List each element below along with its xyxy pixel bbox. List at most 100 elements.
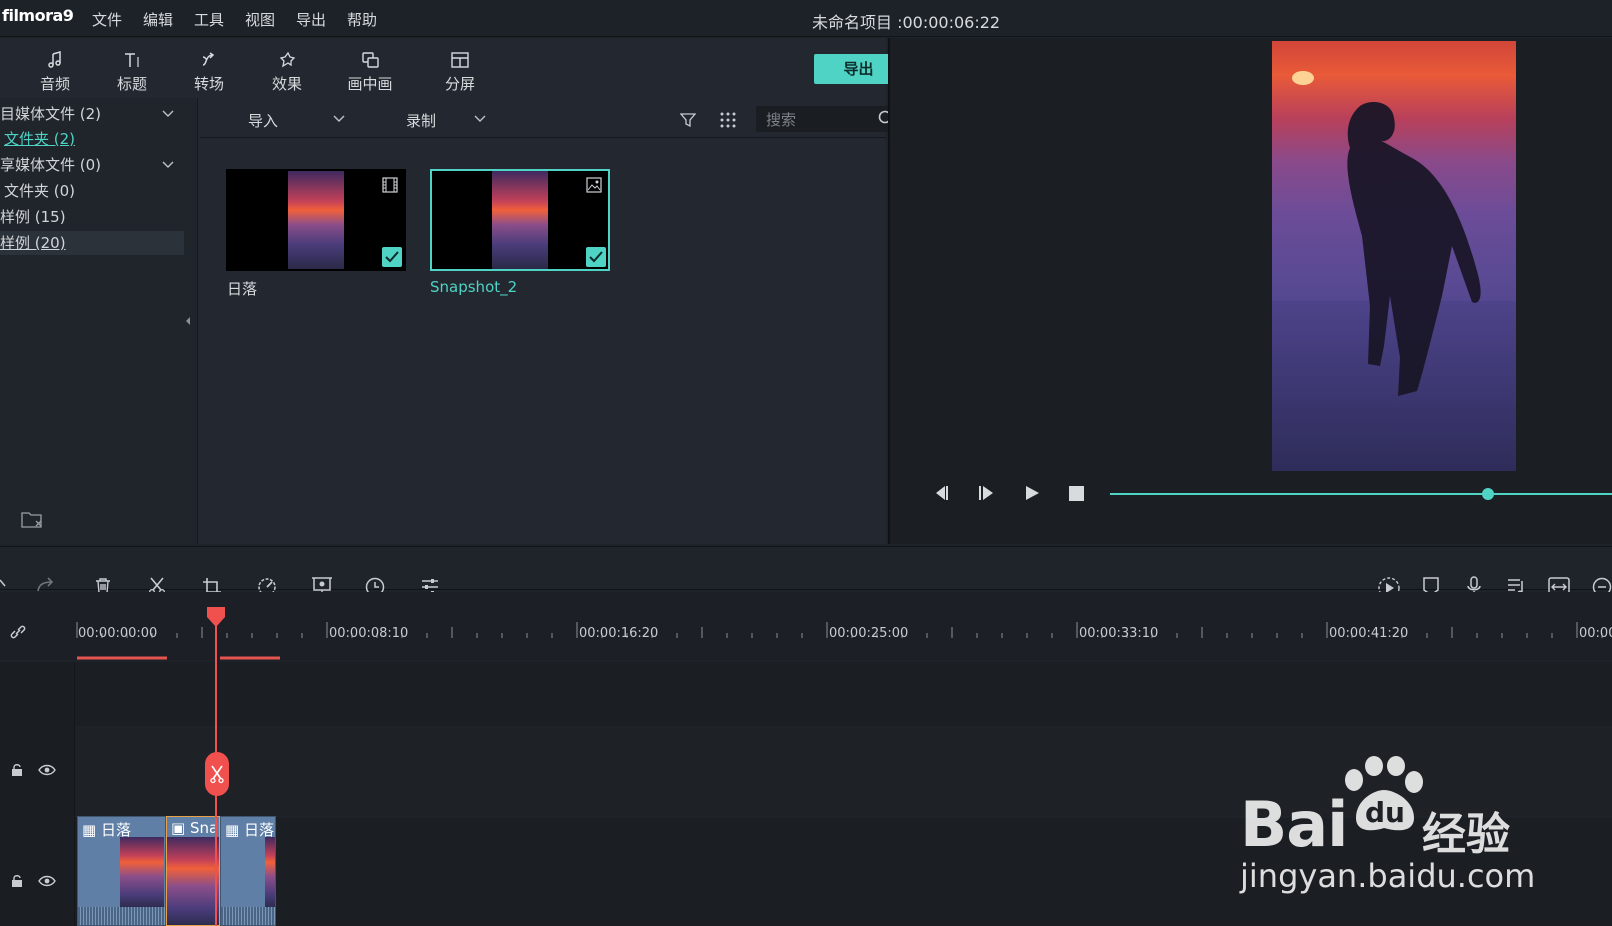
playback-progress-bar[interactable]	[1110, 493, 1612, 495]
sidebar-item-folder-0[interactable]: 文件夹 (0)	[0, 179, 184, 203]
preview-video-frame	[1272, 41, 1516, 471]
title-icon	[102, 49, 162, 71]
tab-transitions[interactable]: 转场	[179, 49, 239, 94]
menu-help[interactable]: 帮助	[347, 9, 377, 30]
timeline-clip-video[interactable]: ▦ 日落	[77, 816, 166, 926]
baidu-paw-logo: du	[1336, 756, 1426, 836]
clip-label: 日落	[243, 821, 274, 839]
tab-effects-label: 效果	[271, 75, 302, 93]
tab-splitscreen-label: 分屏	[444, 75, 475, 93]
timecode-label: 00:00	[1579, 626, 1612, 641]
link-icon[interactable]	[8, 622, 28, 642]
thumbnail-image	[288, 171, 344, 269]
lock-icon[interactable]	[10, 874, 24, 888]
redo-icon[interactable]	[36, 577, 56, 593]
timeline-clip-image[interactable]: ▣ Sna	[166, 816, 220, 926]
next-frame-icon[interactable]	[978, 485, 996, 501]
menu-file[interactable]: 文件	[92, 9, 122, 30]
timeline-clip-video[interactable]: ▦ 日落	[220, 816, 276, 926]
watermark-url: jingyan.baidu.com	[1240, 857, 1536, 895]
timeline-toolbar	[0, 546, 1612, 590]
watermark-brand: Bai	[1240, 788, 1348, 861]
menu-edit[interactable]: 编辑	[143, 9, 173, 30]
image-icon	[586, 177, 602, 193]
film-icon: ▦	[225, 821, 240, 839]
tab-titles[interactable]: 标题	[102, 49, 162, 94]
tab-pip-label: 画中画	[347, 75, 393, 93]
sidebar-item-folder-2[interactable]: 文件夹 (2)	[0, 127, 184, 151]
media-item-label: Snapshot_2	[430, 278, 518, 296]
timecode-label: 00:00:25:00	[829, 626, 909, 641]
sidebar-item-label: 样例 (15)	[0, 208, 66, 226]
stop-icon[interactable]	[1069, 486, 1084, 501]
timecode-label: 00:00:00:00	[78, 626, 158, 641]
tab-titles-label: 标题	[116, 75, 147, 93]
import-label: 导入	[248, 112, 279, 130]
sidebar-item-samples-15[interactable]: 样例 (15)	[0, 205, 184, 229]
sidebar-item-label: 文件夹 (2)	[4, 130, 76, 148]
previous-frame-icon[interactable]	[932, 485, 950, 501]
delete-folder-icon[interactable]	[21, 510, 45, 530]
lock-icon[interactable]	[10, 763, 24, 777]
sidebar-item-label: 样例 (20)	[0, 234, 66, 252]
play-icon[interactable]	[1024, 485, 1040, 501]
chevron-down-icon[interactable]	[162, 102, 174, 126]
tab-audio-label: 音频	[39, 75, 70, 93]
split-scissors-button[interactable]	[205, 752, 229, 796]
sidebar-item-label: 目媒体文件 (2)	[0, 105, 102, 123]
image-icon: ▣	[171, 819, 186, 837]
menu-export[interactable]: 导出	[296, 9, 326, 30]
menu-view[interactable]: 视图	[245, 9, 275, 30]
media-item-image[interactable]	[430, 169, 610, 271]
tab-transitions-label: 转场	[193, 75, 224, 93]
library-sidebar: 目媒体文件 (2) 文件夹 (2) 享媒体文件 (0) 文件夹 (0) 样例 (…	[0, 98, 198, 544]
chevron-down-icon[interactable]	[162, 153, 174, 177]
search-input[interactable]: 搜索	[756, 106, 902, 132]
grid-view-icon[interactable]	[720, 112, 736, 128]
project-title: 未命名项目 :00:00:06:22	[812, 13, 1001, 32]
film-icon	[382, 177, 398, 193]
app-logo: filmora9	[2, 6, 74, 25]
media-item-label: 日落	[227, 280, 258, 298]
timeline-track-empty[interactable]	[0, 662, 1612, 726]
audio-waveform	[221, 907, 275, 925]
eye-icon[interactable]	[38, 764, 56, 776]
chevron-down-icon[interactable]	[333, 115, 345, 123]
tab-effects[interactable]: 效果	[257, 49, 317, 94]
collapse-panel-icon[interactable]	[184, 316, 192, 326]
sidebar-item-project-media[interactable]: 目媒体文件 (2)	[0, 102, 184, 126]
chevron-down-icon[interactable]	[474, 115, 486, 123]
menu-bar: filmora9 文件 编辑 工具 视图 导出 帮助 未命名项目 :00:00:…	[0, 0, 1612, 37]
timecode-label: 00:00:33:10	[1079, 626, 1159, 641]
menu-tools[interactable]: 工具	[194, 9, 224, 30]
sidebar-item-samples-20[interactable]: 样例 (20)	[0, 231, 184, 255]
playback-progress-handle[interactable]	[1482, 488, 1494, 500]
pip-icon	[340, 49, 400, 71]
timecode-label: 00:00:16:20	[579, 626, 659, 641]
scissors-icon	[210, 765, 224, 784]
audio-waveform	[78, 907, 165, 925]
filter-icon[interactable]	[680, 112, 696, 128]
sidebar-item-label: 享媒体文件 (0)	[0, 156, 102, 174]
timecode-label: 00:00:08:10	[329, 626, 409, 641]
checkmark-icon[interactable]	[382, 247, 402, 267]
import-dropdown[interactable]: 导入	[248, 110, 278, 131]
media-item-video[interactable]	[226, 169, 406, 271]
record-label: 录制	[406, 112, 437, 130]
record-dropdown[interactable]: 录制	[406, 110, 436, 131]
film-icon: ▦	[82, 821, 97, 839]
eye-icon[interactable]	[38, 875, 56, 887]
music-icon	[25, 49, 85, 71]
search-placeholder: 搜索	[766, 111, 797, 129]
sidebar-item-shared-media[interactable]: 享媒体文件 (0)	[0, 153, 184, 177]
transition-icon	[179, 49, 239, 71]
tab-splitscreen[interactable]: 分屏	[430, 49, 490, 94]
tab-audio[interactable]: 音频	[25, 49, 85, 94]
effects-icon	[257, 49, 317, 71]
clip-label: Sna	[189, 819, 219, 837]
tab-pip[interactable]: 画中画	[340, 49, 400, 94]
checkmark-icon[interactable]	[586, 247, 606, 267]
thumbnail-image	[492, 171, 548, 269]
playhead-handle[interactable]	[207, 607, 225, 627]
undo-icon[interactable]	[0, 578, 6, 590]
